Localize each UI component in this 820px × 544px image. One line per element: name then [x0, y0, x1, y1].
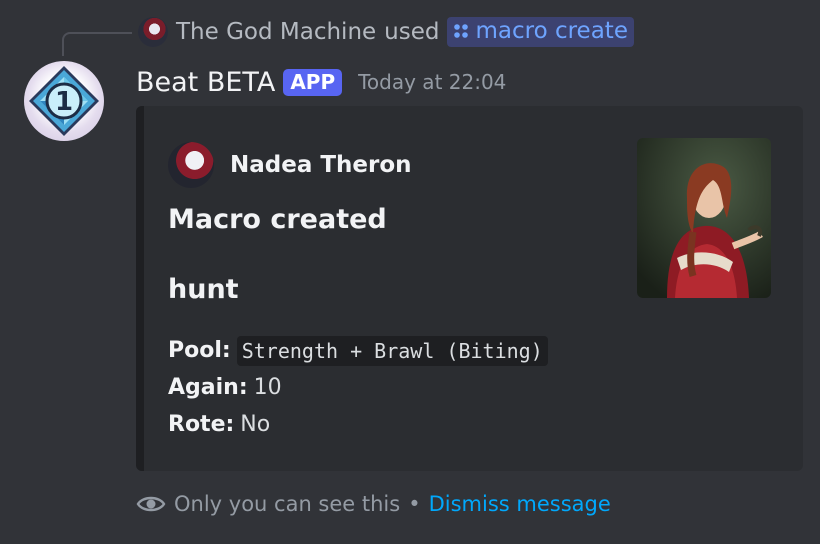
bot-avatar[interactable]: 1: [24, 61, 104, 141]
embed-author-avatar: [168, 142, 214, 188]
reply-context[interactable]: The God Machine used macro create: [138, 14, 634, 50]
again-value: 10: [253, 375, 282, 400]
replied-user-avatar[interactable]: [138, 17, 168, 47]
message-timestamp[interactable]: Today at 22:04: [358, 70, 506, 94]
slash-command-icon: [454, 24, 469, 38]
embed-thumbnail[interactable]: [637, 138, 771, 298]
eye-icon: [136, 496, 166, 512]
embed-accent-bar: [136, 106, 144, 471]
embed-author-name: Nadea Theron: [230, 152, 412, 178]
ephemeral-separator: •: [408, 492, 421, 516]
pool-label: Pool:: [168, 338, 231, 363]
embed-author: Nadea Theron: [168, 142, 412, 188]
again-label: Again:: [168, 375, 248, 400]
replied-user-name[interactable]: The God Machine: [176, 19, 376, 45]
bot-name[interactable]: Beat BETA: [136, 67, 275, 98]
pool-value: Strength + Brawl (Biting): [236, 335, 548, 366]
rote-label: Rote:: [168, 412, 235, 437]
ephemeral-notice: Only you can see this • Dismiss message: [136, 488, 611, 520]
avatar-digit: 1: [55, 87, 73, 117]
rote-line: Rote: No: [168, 406, 548, 443]
reply-connector: [62, 32, 132, 56]
again-line: Again: 10: [168, 369, 548, 406]
reply-verb: used: [384, 19, 440, 45]
dismiss-message-link[interactable]: Dismiss message: [429, 492, 611, 516]
command-name: macro create: [475, 18, 628, 44]
embed-card: Nadea Theron Macro created hunt Pool: St…: [136, 106, 803, 471]
embed-field-value: Pool: Strength + Brawl (Biting) Again: 1…: [168, 332, 548, 443]
message-header: Beat BETA APP Today at 22:04: [136, 64, 506, 100]
diamond-badge-icon: 1: [29, 66, 99, 136]
command-mention[interactable]: macro create: [447, 17, 634, 47]
pool-line: Pool: Strength + Brawl (Biting): [168, 332, 548, 369]
app-badge: APP: [283, 68, 343, 96]
ephemeral-text: Only you can see this: [174, 492, 401, 516]
embed-title: Macro created: [168, 204, 387, 235]
character-portrait-image: [637, 138, 771, 298]
embed-field-name: hunt: [168, 274, 239, 305]
rote-value: No: [240, 412, 271, 437]
